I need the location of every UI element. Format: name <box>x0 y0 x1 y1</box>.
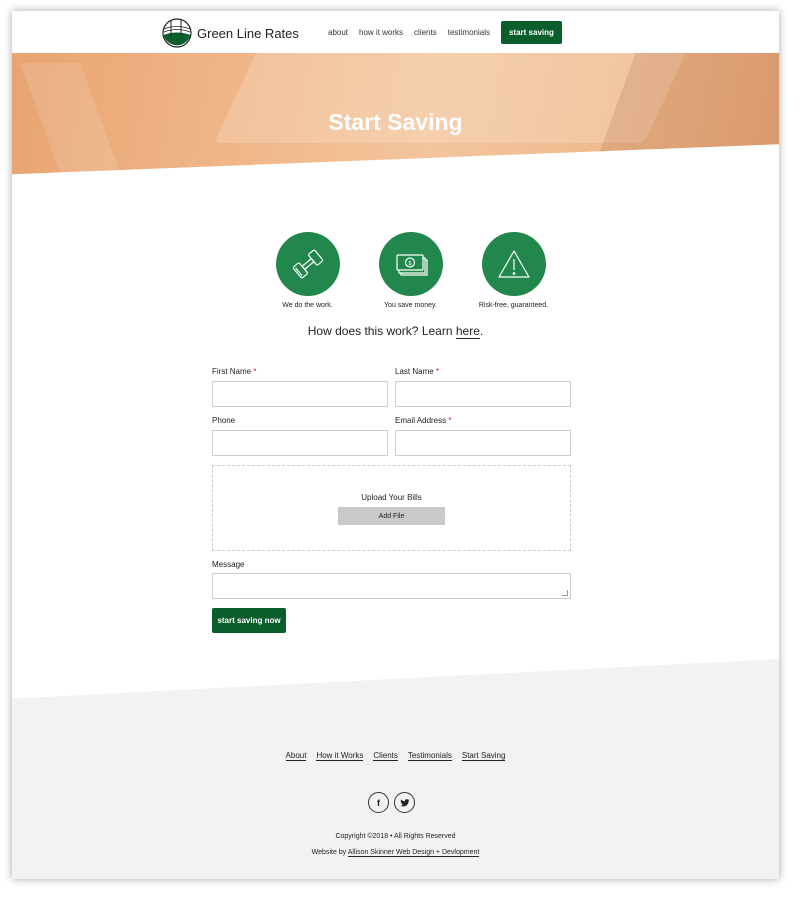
first-name-label-text: First Name <box>212 367 252 376</box>
learn-here-link[interactable]: here <box>455 324 480 339</box>
nav-testimonials[interactable]: testimonials <box>448 28 490 37</box>
phone-input[interactable] <box>212 430 388 456</box>
social-links: f <box>368 792 420 813</box>
site-footer <box>12 659 779 879</box>
upload-dropzone[interactable]: Upload Your Bills Add File <box>212 465 571 551</box>
first-name-label: First Name * <box>212 367 256 376</box>
footer-link-clients[interactable]: Clients <box>373 751 398 761</box>
footer-link-start-saving[interactable]: Start Saving <box>461 751 506 761</box>
feature-label: We do the work. <box>282 302 333 309</box>
site-header: Green Line Rates about how it works clie… <box>12 11 779 53</box>
phone-label: Phone <box>212 416 235 425</box>
footer-nav: About How it Works Clients Testimonials … <box>12 751 779 761</box>
page-frame: Green Line Rates about how it works clie… <box>12 11 779 879</box>
feature-save: $ You save money. <box>359 232 462 309</box>
twitter-bird-icon <box>399 798 410 806</box>
feature-circle <box>481 232 546 296</box>
last-name-label: Last Name * <box>395 367 439 376</box>
learn-text: How does this work? Learn <box>307 324 456 338</box>
last-name-label-text: Last Name <box>395 367 434 376</box>
brand-name: Green Line Rates <box>197 25 299 41</box>
required-mark: * <box>253 367 257 376</box>
credit-text: Website by Allison Skinner Web Design + … <box>12 849 779 857</box>
warning-icon <box>497 250 530 278</box>
nav-clients[interactable]: clients <box>414 28 437 37</box>
credit-prefix: Website by <box>311 849 348 856</box>
feature-circle <box>275 232 340 296</box>
footer-link-how-it-works[interactable]: How it Works <box>316 751 364 761</box>
footer-link-testimonials[interactable]: Testimonials <box>407 751 452 761</box>
upload-label: Upload Your Bills <box>361 493 422 502</box>
learn-more-text: How does this work? Learn here. <box>12 324 779 339</box>
feature-risk: Risk-free, guaranteed. <box>462 232 565 309</box>
nav-about[interactable]: about <box>328 28 348 37</box>
email-label: Email Address * <box>395 416 452 425</box>
learn-period: . <box>479 324 484 338</box>
twitter-icon[interactable] <box>394 792 415 813</box>
first-name-input[interactable] <box>212 381 388 407</box>
phone-label-text: Phone <box>212 416 236 425</box>
logo[interactable]: Green Line Rates <box>162 18 299 48</box>
feature-label: You save money. <box>384 302 437 309</box>
hero-banner: Start Saving <box>12 53 779 175</box>
nav-how-it-works[interactable]: how it works <box>359 28 403 37</box>
money-icon: $ <box>395 254 428 276</box>
features-row: We do the work. $ You save money. Risk-f… <box>256 232 565 309</box>
message-label: Message <box>212 560 244 569</box>
credit-link[interactable]: Allison Skinner Web Design + Devlopment <box>347 849 480 857</box>
svg-text:$: $ <box>408 260 412 267</box>
last-name-input[interactable] <box>395 381 571 407</box>
submit-button[interactable]: start saving now <box>212 608 286 633</box>
footer-link-about[interactable]: About <box>285 751 307 761</box>
feature-label: Risk-free, guaranteed. <box>478 302 549 309</box>
required-mark: * <box>448 416 452 425</box>
feature-circle: $ <box>378 232 443 296</box>
facebook-icon[interactable]: f <box>368 792 389 813</box>
resize-handle-icon[interactable] <box>562 590 568 596</box>
main-nav: about how it works clients testimonials … <box>328 21 562 44</box>
page-title: Start Saving <box>328 109 463 135</box>
email-input[interactable] <box>395 430 571 456</box>
required-mark: * <box>435 367 440 376</box>
feature-work: We do the work. <box>256 232 359 309</box>
add-file-button[interactable]: Add File <box>338 507 445 525</box>
email-label-text: Email Address <box>395 416 447 425</box>
dumbbell-icon <box>292 249 323 279</box>
logo-icon <box>162 18 192 48</box>
start-saving-nav-button[interactable]: start saving <box>500 21 562 44</box>
message-label-text: Message <box>212 560 245 569</box>
message-textarea[interactable] <box>212 573 571 599</box>
copyright-text: Copyright ©2018 • All Rights Reserved <box>335 833 456 840</box>
